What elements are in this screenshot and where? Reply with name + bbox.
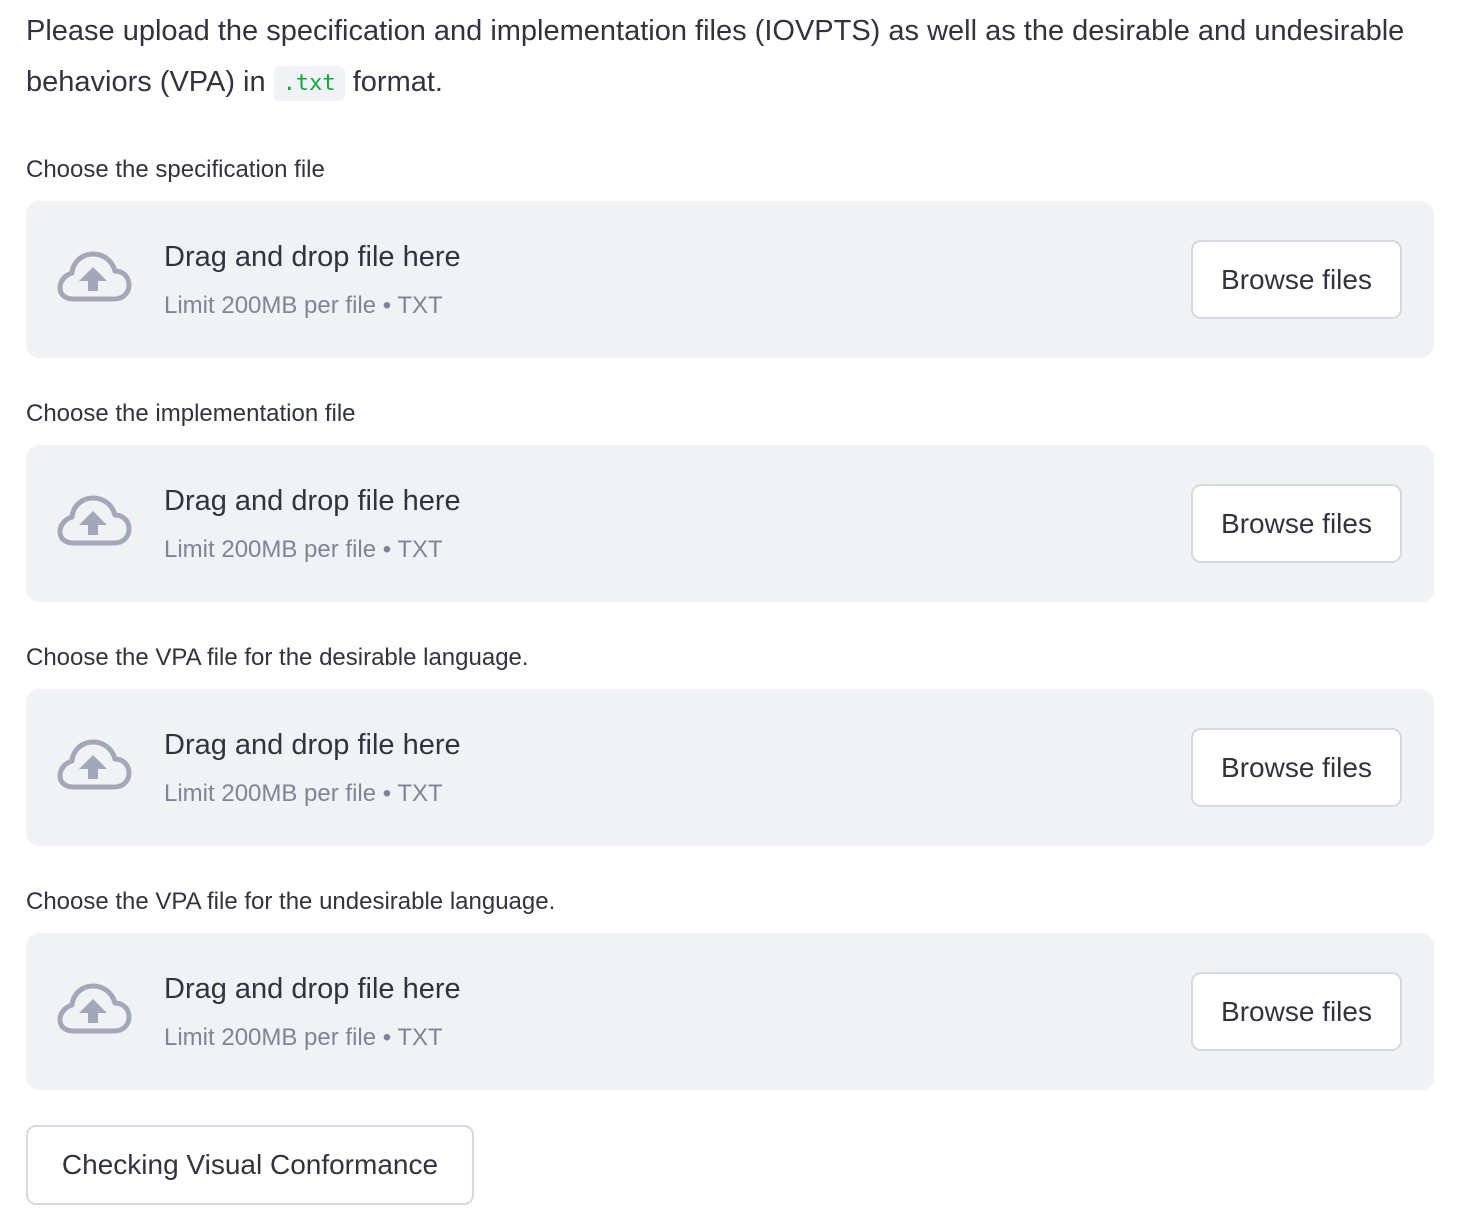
dropzone-title: Drag and drop file here: [164, 973, 461, 1005]
specification-file-uploader: Choose the specification file Drag and d…: [26, 155, 1434, 358]
undesirable-vpa-file-uploader: Choose the VPA file for the undesirable …: [26, 887, 1434, 1090]
main-content: Please upload the specification and impl…: [26, 0, 1434, 1090]
intro-text: Please upload the specification and impl…: [26, 15, 1405, 98]
cloud-upload-icon: [56, 983, 132, 1039]
file-dropzone[interactable]: Drag and drop file here Limit 200MB per …: [26, 445, 1434, 602]
browse-files-button[interactable]: Browse files: [1191, 484, 1402, 563]
dropzone-title: Drag and drop file here: [164, 729, 461, 761]
browse-files-button[interactable]: Browse files: [1191, 972, 1402, 1051]
file-dropzone[interactable]: Drag and drop file here Limit 200MB per …: [26, 689, 1434, 846]
implementation-file-uploader: Choose the implementation file Drag and …: [26, 399, 1434, 602]
browse-files-button[interactable]: Browse files: [1191, 728, 1402, 807]
desirable-vpa-file-uploader: Choose the VPA file for the desirable la…: [26, 643, 1434, 846]
file-limit-text: Limit 200MB per file • TXT: [164, 1024, 443, 1051]
file-extension-code: .txt: [273, 66, 345, 101]
dropzone-instructions: Drag and drop file here Limit 200MB per …: [164, 483, 461, 565]
uploader-label: Choose the VPA file for the desirable la…: [26, 644, 529, 671]
cloud-upload-icon: [56, 251, 132, 307]
file-dropzone[interactable]: Drag and drop file here Limit 200MB per …: [26, 201, 1434, 358]
uploader-label: Choose the specification file: [26, 156, 325, 183]
dropzone-instructions: Drag and drop file here Limit 200MB per …: [164, 239, 461, 321]
uploader-label: Choose the VPA file for the undesirable …: [26, 888, 556, 915]
browse-files-button[interactable]: Browse files: [1191, 240, 1402, 319]
file-dropzone[interactable]: Drag and drop file here Limit 200MB per …: [26, 933, 1434, 1090]
dropzone-instructions: Drag and drop file here Limit 200MB per …: [164, 727, 461, 809]
dropzone-title: Drag and drop file here: [164, 241, 461, 273]
check-visual-conformance-button[interactable]: Checking Visual Conformance: [26, 1125, 474, 1205]
intro-text-end: format.: [344, 66, 443, 98]
uploader-label: Choose the implementation file: [26, 400, 356, 427]
dropzone-title: Drag and drop file here: [164, 485, 461, 517]
file-limit-text: Limit 200MB per file • TXT: [164, 780, 443, 807]
dropzone-instructions: Drag and drop file here Limit 200MB per …: [164, 971, 461, 1053]
file-limit-text: Limit 200MB per file • TXT: [164, 536, 443, 563]
intro-paragraph: Please upload the specification and impl…: [26, 6, 1434, 110]
file-limit-text: Limit 200MB per file • TXT: [164, 292, 443, 319]
cloud-upload-icon: [56, 495, 132, 551]
cloud-upload-icon: [56, 739, 132, 795]
